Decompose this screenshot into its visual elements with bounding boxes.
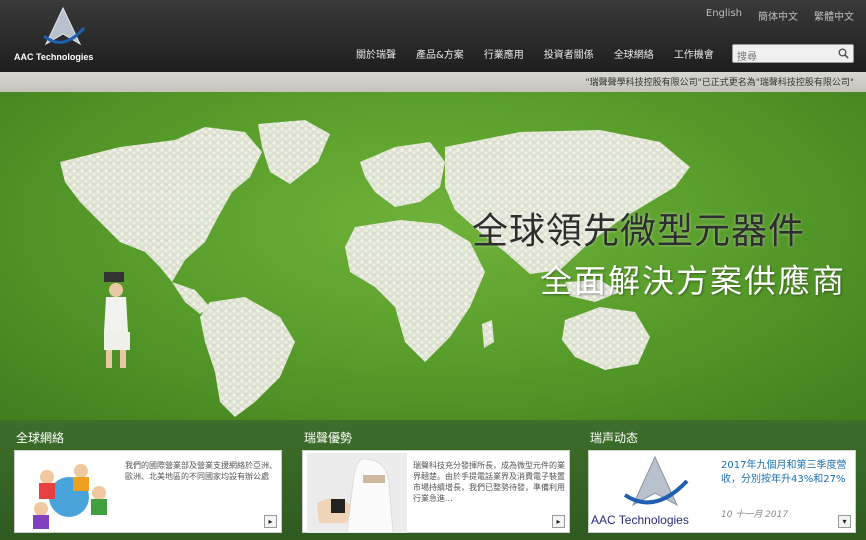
notice-bar: "瑞聲聲學科技控股有限公司"已正式更名為"瑞聲科技控股有限公司" xyxy=(0,72,866,92)
logo-icon xyxy=(43,6,86,46)
lang-traditional[interactable]: 繁體中文 xyxy=(814,8,854,23)
main-nav: 關於瑞聲 產品&方案 行業應用 投資者關係 全球網絡 工作機會 xyxy=(346,46,724,61)
panel-news: 瑞声动态 AAC Technologies 2017年九個月和第三季度營收，分別… xyxy=(588,420,858,540)
nav-careers[interactable]: 工作機會 xyxy=(664,46,724,61)
chevron-right-icon[interactable]: ▸ xyxy=(264,515,277,528)
panel-text: 瑞聲科技充分發揮所長，成為微型元件的業界翹楚。由於手提電話業界及消費電子裝置市場… xyxy=(413,461,565,503)
panel-title: 瑞聲優勢 xyxy=(304,431,353,445)
panel-global-network: 全球網絡 我們的國際營業部及營業支援網絡於亞洲、歐洲、北美地區的不同國家均設有辦… xyxy=(14,420,284,540)
hero-banner[interactable]: 全球領先微型元器件 全面解決方案供應商 xyxy=(0,92,866,420)
nav-products[interactable]: 產品&方案 xyxy=(406,46,474,61)
aac-logo-icon xyxy=(623,455,689,507)
search-box xyxy=(732,44,854,66)
nav-global-network[interactable]: 全球網絡 xyxy=(604,46,664,61)
nav-applications[interactable]: 行業應用 xyxy=(474,46,534,61)
panel-advantages: 瑞聲優勢 瑞聲科技充分發揮所長，成為微型元件的業界翹楚。由於手提電話業界及消費電… xyxy=(302,420,572,540)
hero-headline-primary: 全球領先微型元器件 xyxy=(472,211,806,252)
lang-english[interactable]: English xyxy=(706,8,742,23)
news-date: 10 十一月 2017 xyxy=(721,510,789,520)
header: AAC Technologies English 簡体中文 繁體中文 關於瑞聲 … xyxy=(0,0,866,72)
panel-title: 全球網絡 xyxy=(16,431,65,445)
lang-simplified[interactable]: 簡体中文 xyxy=(758,8,798,23)
brand-logo[interactable]: AAC Technologies xyxy=(14,6,114,66)
feature-panels: 全球網絡 我們的國際營業部及營業支援網絡於亞洲、歐洲、北美地區的不同國家均設有辦… xyxy=(0,420,866,540)
panel-title: 瑞声动态 xyxy=(590,431,639,445)
news-title[interactable]: 2017年九個月和第三季度營收，分別按年升43%和27% xyxy=(721,459,853,487)
panel-card[interactable]: AAC Technologies 2017年九個月和第三季度營收，分別按年升43… xyxy=(588,450,856,533)
panel-card[interactable]: 我們的國際營業部及營業支援網絡於亞洲、歐洲、北美地區的不同國家均設有辦公處 ▸ xyxy=(14,450,282,533)
child-figure xyxy=(104,272,130,368)
search-icon[interactable] xyxy=(838,48,849,59)
panel-card[interactable]: 瑞聲科技充分發揮所長，成為微型元件的業界翹楚。由於手提電話業界及消費電子裝置市場… xyxy=(302,450,570,533)
brand-name: AAC Technologies xyxy=(14,52,94,62)
nav-about[interactable]: 關於瑞聲 xyxy=(346,46,406,61)
nav-investors[interactable]: 投資者關係 xyxy=(534,46,604,61)
card-logo-text: AAC Technologies xyxy=(591,513,689,527)
hero-headline-secondary: 全面解決方案供應商 xyxy=(540,262,847,300)
children-globe-image xyxy=(33,464,107,529)
panel-text: 我們的國際營業部及營業支援網絡於亞洲、歐洲、北美地區的不同國家均設有辦公處 xyxy=(125,461,277,481)
language-switcher: English 簡体中文 繁體中文 xyxy=(706,8,854,23)
notice-text[interactable]: "瑞聲聲學科技控股有限公司"已正式更名為"瑞聲科技控股有限公司" xyxy=(585,75,854,88)
chevron-right-icon[interactable]: ▸ xyxy=(552,515,565,528)
cleanroom-worker-image xyxy=(307,453,407,533)
chevron-down-icon[interactable]: ▾ xyxy=(838,515,851,528)
search-input[interactable] xyxy=(733,49,833,66)
